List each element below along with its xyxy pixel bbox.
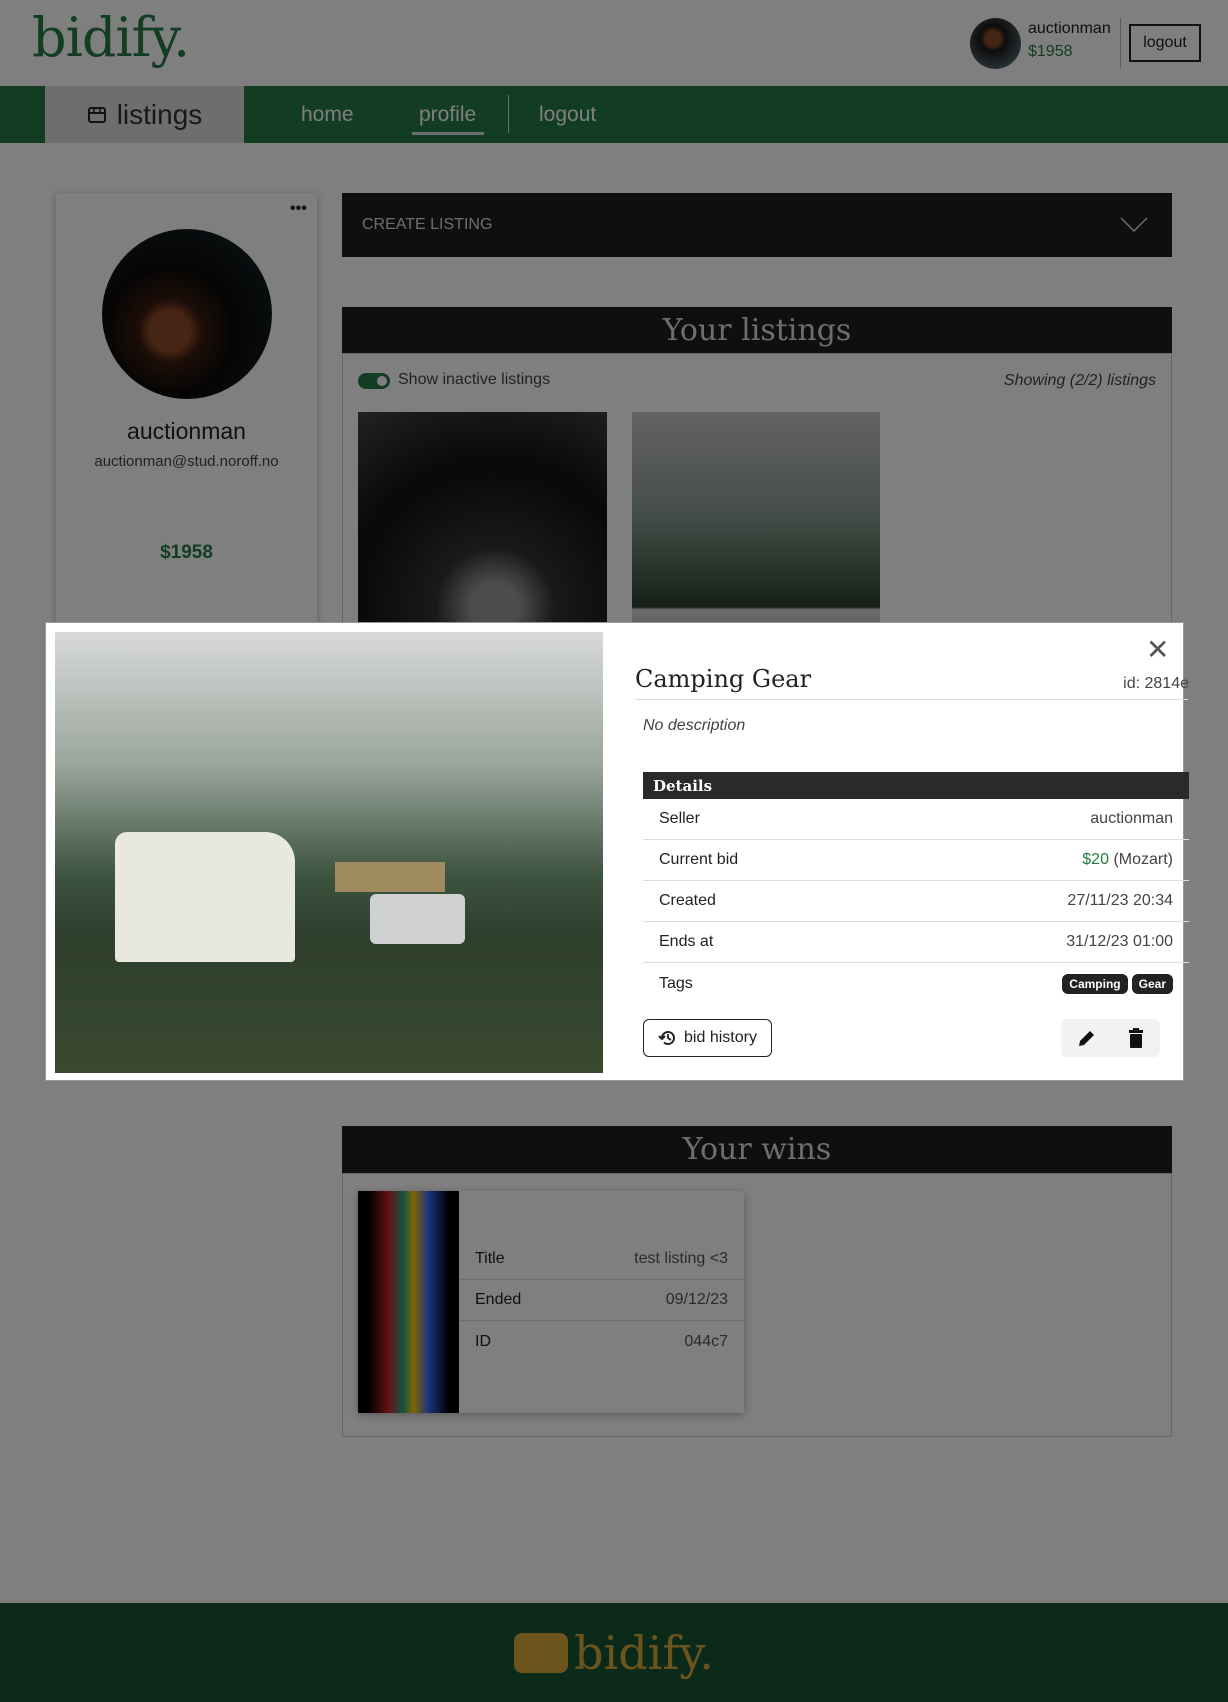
listing-description: No description (643, 717, 746, 734)
truck-shape (370, 894, 465, 944)
van-shape (115, 832, 295, 962)
tag-badge[interactable]: Gear (1131, 973, 1173, 994)
close-icon[interactable]: ✕ (1146, 633, 1169, 666)
bid-history-button[interactable]: bid history (643, 1019, 772, 1057)
listing-actions (1061, 1019, 1160, 1057)
tent-shape (335, 862, 445, 892)
detail-row-ends: Ends at 31/12/23 01:00 (643, 922, 1189, 963)
details-heading: Details (643, 772, 1189, 799)
listing-id: id: 2814e (1123, 675, 1189, 692)
divider (635, 699, 1188, 700)
listing-modal: ✕ Camping Gear id: 2814e No description … (45, 622, 1189, 1081)
detail-row-created: Created 27/11/23 20:34 (643, 881, 1189, 922)
edit-icon[interactable] (1077, 1028, 1097, 1048)
detail-row-seller: Seller auctionman (643, 799, 1189, 840)
listing-title: Camping Gear (635, 665, 812, 693)
listing-image (55, 632, 603, 1073)
delete-icon[interactable] (1128, 1028, 1144, 1048)
detail-row-tags: Tags Camping Gear (643, 963, 1189, 1004)
detail-row-current-bid: Current bid $20 (Mozart) (643, 840, 1189, 881)
history-icon (658, 1031, 676, 1046)
tag-badge[interactable]: Camping (1062, 973, 1128, 994)
